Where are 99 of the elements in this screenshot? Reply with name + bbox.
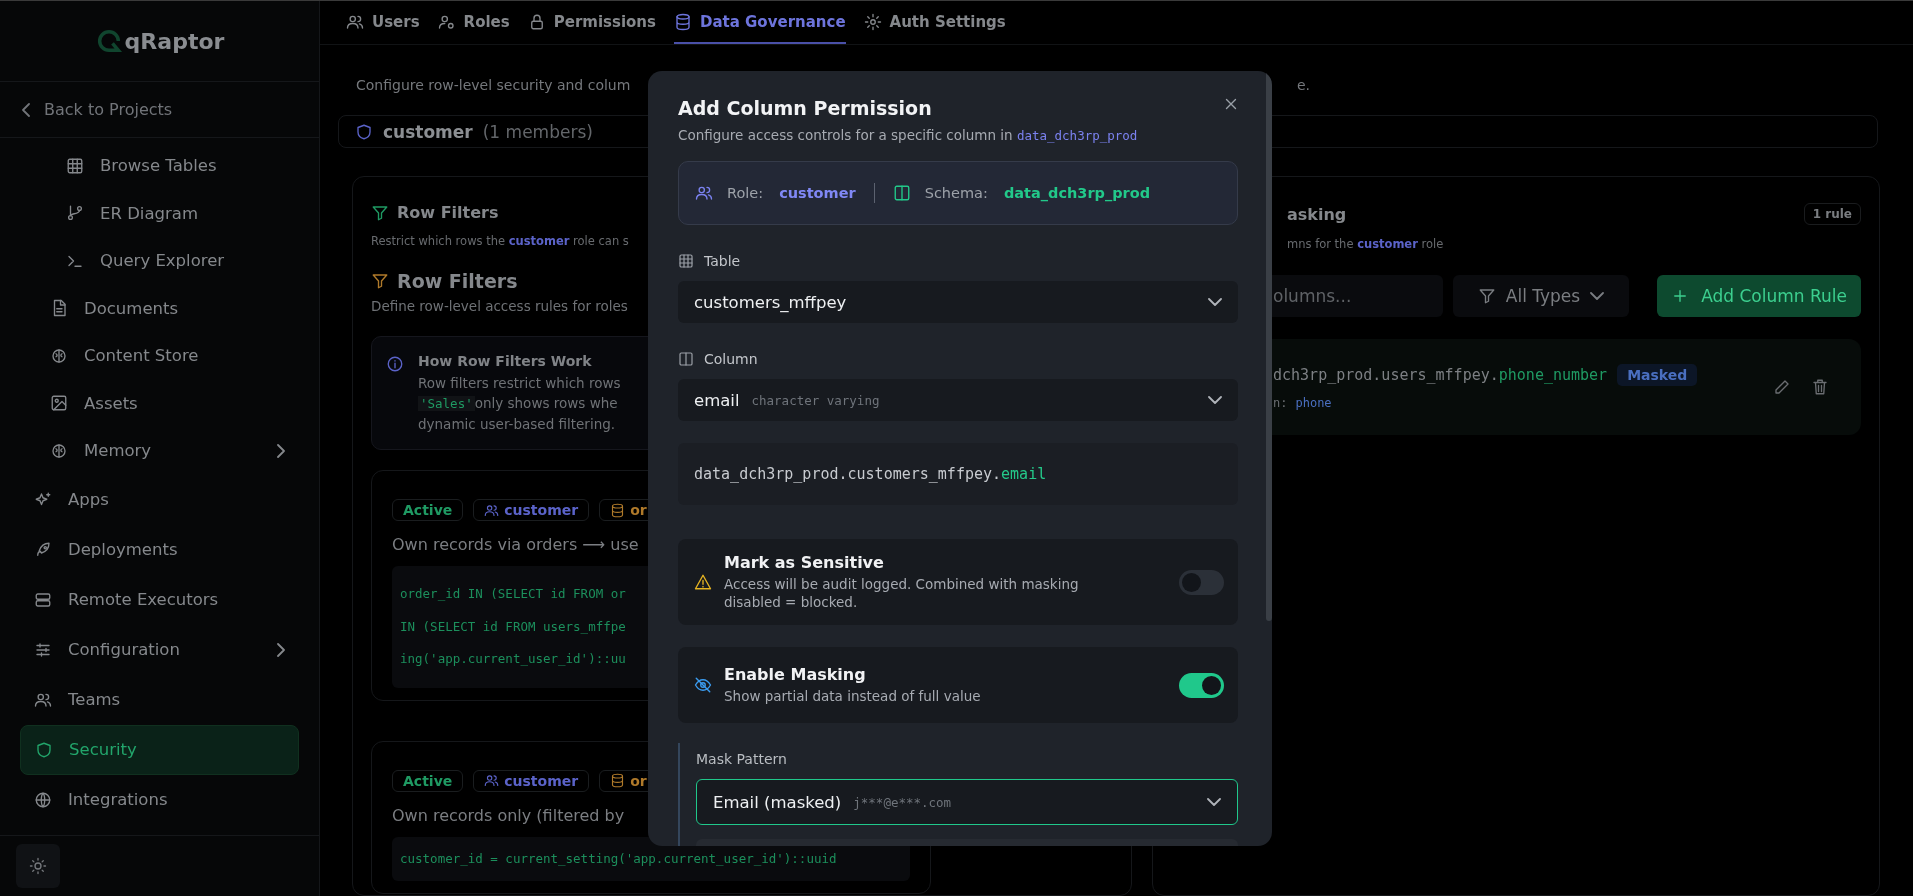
column-path: data_dch3rp_prod.customers_mffpey.email (678, 443, 1238, 505)
sidebar-item[interactable]: Remote Executors (20, 574, 299, 625)
role-badge: customer (473, 499, 590, 521)
column-select[interactable]: email character varying (678, 379, 1238, 421)
info-icon (386, 355, 404, 373)
sun-icon (29, 857, 47, 875)
option-description: Show partial data instead of full value (724, 687, 982, 706)
card-subtitle: Restrict which rows the customer role can s (371, 234, 629, 248)
role-label: Role: (727, 185, 764, 201)
sliders-icon (34, 640, 52, 659)
card-title: asking (1287, 204, 1347, 224)
logo-text: qRaptor (124, 28, 225, 54)
toggle-switch[interactable] (1179, 672, 1224, 698)
chevron-down-icon (1207, 798, 1221, 807)
schema-label: Schema: (924, 185, 988, 201)
tab[interactable]: Roles (437, 1, 510, 45)
page-description: Configure row-level security and colum (356, 77, 631, 94)
chevron-right-icon (277, 443, 285, 458)
funnel-icon (1477, 287, 1496, 305)
trash-icon (1811, 378, 1829, 396)
sidebar-item[interactable]: Content Store (20, 332, 299, 380)
tab[interactable]: Data Governance (673, 1, 846, 45)
sidebar-item[interactable]: Configuration (20, 624, 299, 675)
status-badge: Active (392, 499, 464, 521)
edit-button[interactable] (1773, 378, 1791, 396)
card-subtitle: mns for the customer role (1287, 237, 1444, 251)
section-subtitle: Define row-level access rules for roles (371, 298, 628, 314)
chevron-left-icon (22, 102, 30, 117)
sidebar-item[interactable]: Browse Tables (20, 142, 299, 190)
member-count: (1 members) (482, 121, 593, 142)
columns-icon (678, 351, 694, 367)
database-icon (610, 502, 626, 518)
globe-icon (34, 790, 52, 809)
add-column-rule-button[interactable]: Add Column Rule (1657, 275, 1861, 317)
columns-icon (892, 184, 911, 202)
table-icon (678, 253, 694, 269)
sidebar-item[interactable]: Documents (20, 284, 299, 332)
sidebar-item[interactable]: Deployments (20, 524, 299, 575)
sidebar-item[interactable]: Teams (20, 674, 299, 725)
mask-pattern-select[interactable]: Email (masked) j***@e***.com (696, 779, 1238, 826)
tab[interactable]: Users (346, 1, 420, 45)
theme-toggle-button[interactable] (16, 844, 60, 888)
users-icon (484, 773, 500, 788)
option-title: Enable Masking (724, 665, 867, 685)
info-title: How Row Filters Work (418, 353, 593, 369)
card-title: Row Filters (397, 203, 499, 222)
schema-value: data_dch3rp_prod (1003, 185, 1151, 201)
sidebar-item[interactable]: Memory (20, 427, 299, 475)
dialog-subtitle: Configure access controls for a specific column in data_dch3rp_prod (678, 127, 1139, 143)
edit-icon (1773, 378, 1791, 396)
status-badge: Active (392, 769, 464, 792)
toggle-switch[interactable] (1179, 569, 1224, 595)
image-icon (50, 394, 68, 413)
delete-button[interactable] (1811, 378, 1829, 396)
funnel-icon (371, 272, 389, 290)
role-badge: customer (473, 769, 590, 792)
users-icon (695, 184, 713, 202)
type-filter-dropdown[interactable]: All Types (1453, 275, 1629, 317)
field-label: Column (704, 351, 758, 367)
role-value: customer (779, 185, 856, 201)
info-text: Row filters restrict which rows 'Sales'only shows rows whe dynamic user-based filtering. (418, 374, 621, 434)
status-badge: Masked (1617, 364, 1698, 386)
chevron-down-icon (1208, 298, 1222, 306)
users-icon (484, 502, 500, 518)
rule-title: Own records via orders ⟶ use (392, 535, 640, 554)
chevron-down-icon (1208, 396, 1222, 404)
section-heading: Row Filters (397, 270, 518, 292)
shield-icon (35, 740, 53, 759)
page-description: e. (1296, 77, 1310, 94)
database-icon (673, 12, 692, 31)
back-to-projects-link[interactable]: Back to Projects (0, 82, 319, 138)
table-select[interactable]: customers_mffpey (678, 281, 1238, 323)
detail-label: n: (1273, 396, 1288, 410)
warning-icon (694, 573, 712, 592)
funnel-icon (371, 203, 389, 222)
sidebar-item[interactable]: ER Diagram (20, 189, 299, 237)
rule-count-badge: 1 rule (1803, 203, 1861, 225)
column-path: dch3rp_prod.users_mffpey.phone_number (1273, 366, 1608, 384)
role-name: customer (383, 121, 473, 142)
dialog-title: Add Column Permission (678, 96, 932, 119)
sidebar-item[interactable]: Query Explorer (20, 237, 299, 285)
eye-off-icon (694, 676, 712, 695)
sidebar-item[interactable]: Apps (20, 474, 299, 525)
rule-title: Own records only (filtered by (392, 805, 626, 825)
branch-icon (66, 204, 84, 223)
sidebar-item[interactable]: Integrations (20, 774, 299, 825)
field-label: Table (704, 253, 741, 269)
server-icon (34, 590, 52, 609)
chevron-down-icon (1590, 292, 1605, 300)
table-icon (66, 156, 84, 175)
tab[interactable]: Permissions (527, 1, 656, 45)
shield-icon (355, 122, 373, 141)
field-label: Mask Pattern (696, 750, 788, 768)
database-icon (610, 773, 626, 788)
sidebar-item[interactable]: Assets (20, 379, 299, 427)
tab[interactable]: Auth Settings (863, 1, 1006, 45)
sidebar-item[interactable]: Security (20, 724, 299, 775)
chevron-right-icon (277, 642, 285, 657)
detail-value: phone (1295, 396, 1332, 410)
